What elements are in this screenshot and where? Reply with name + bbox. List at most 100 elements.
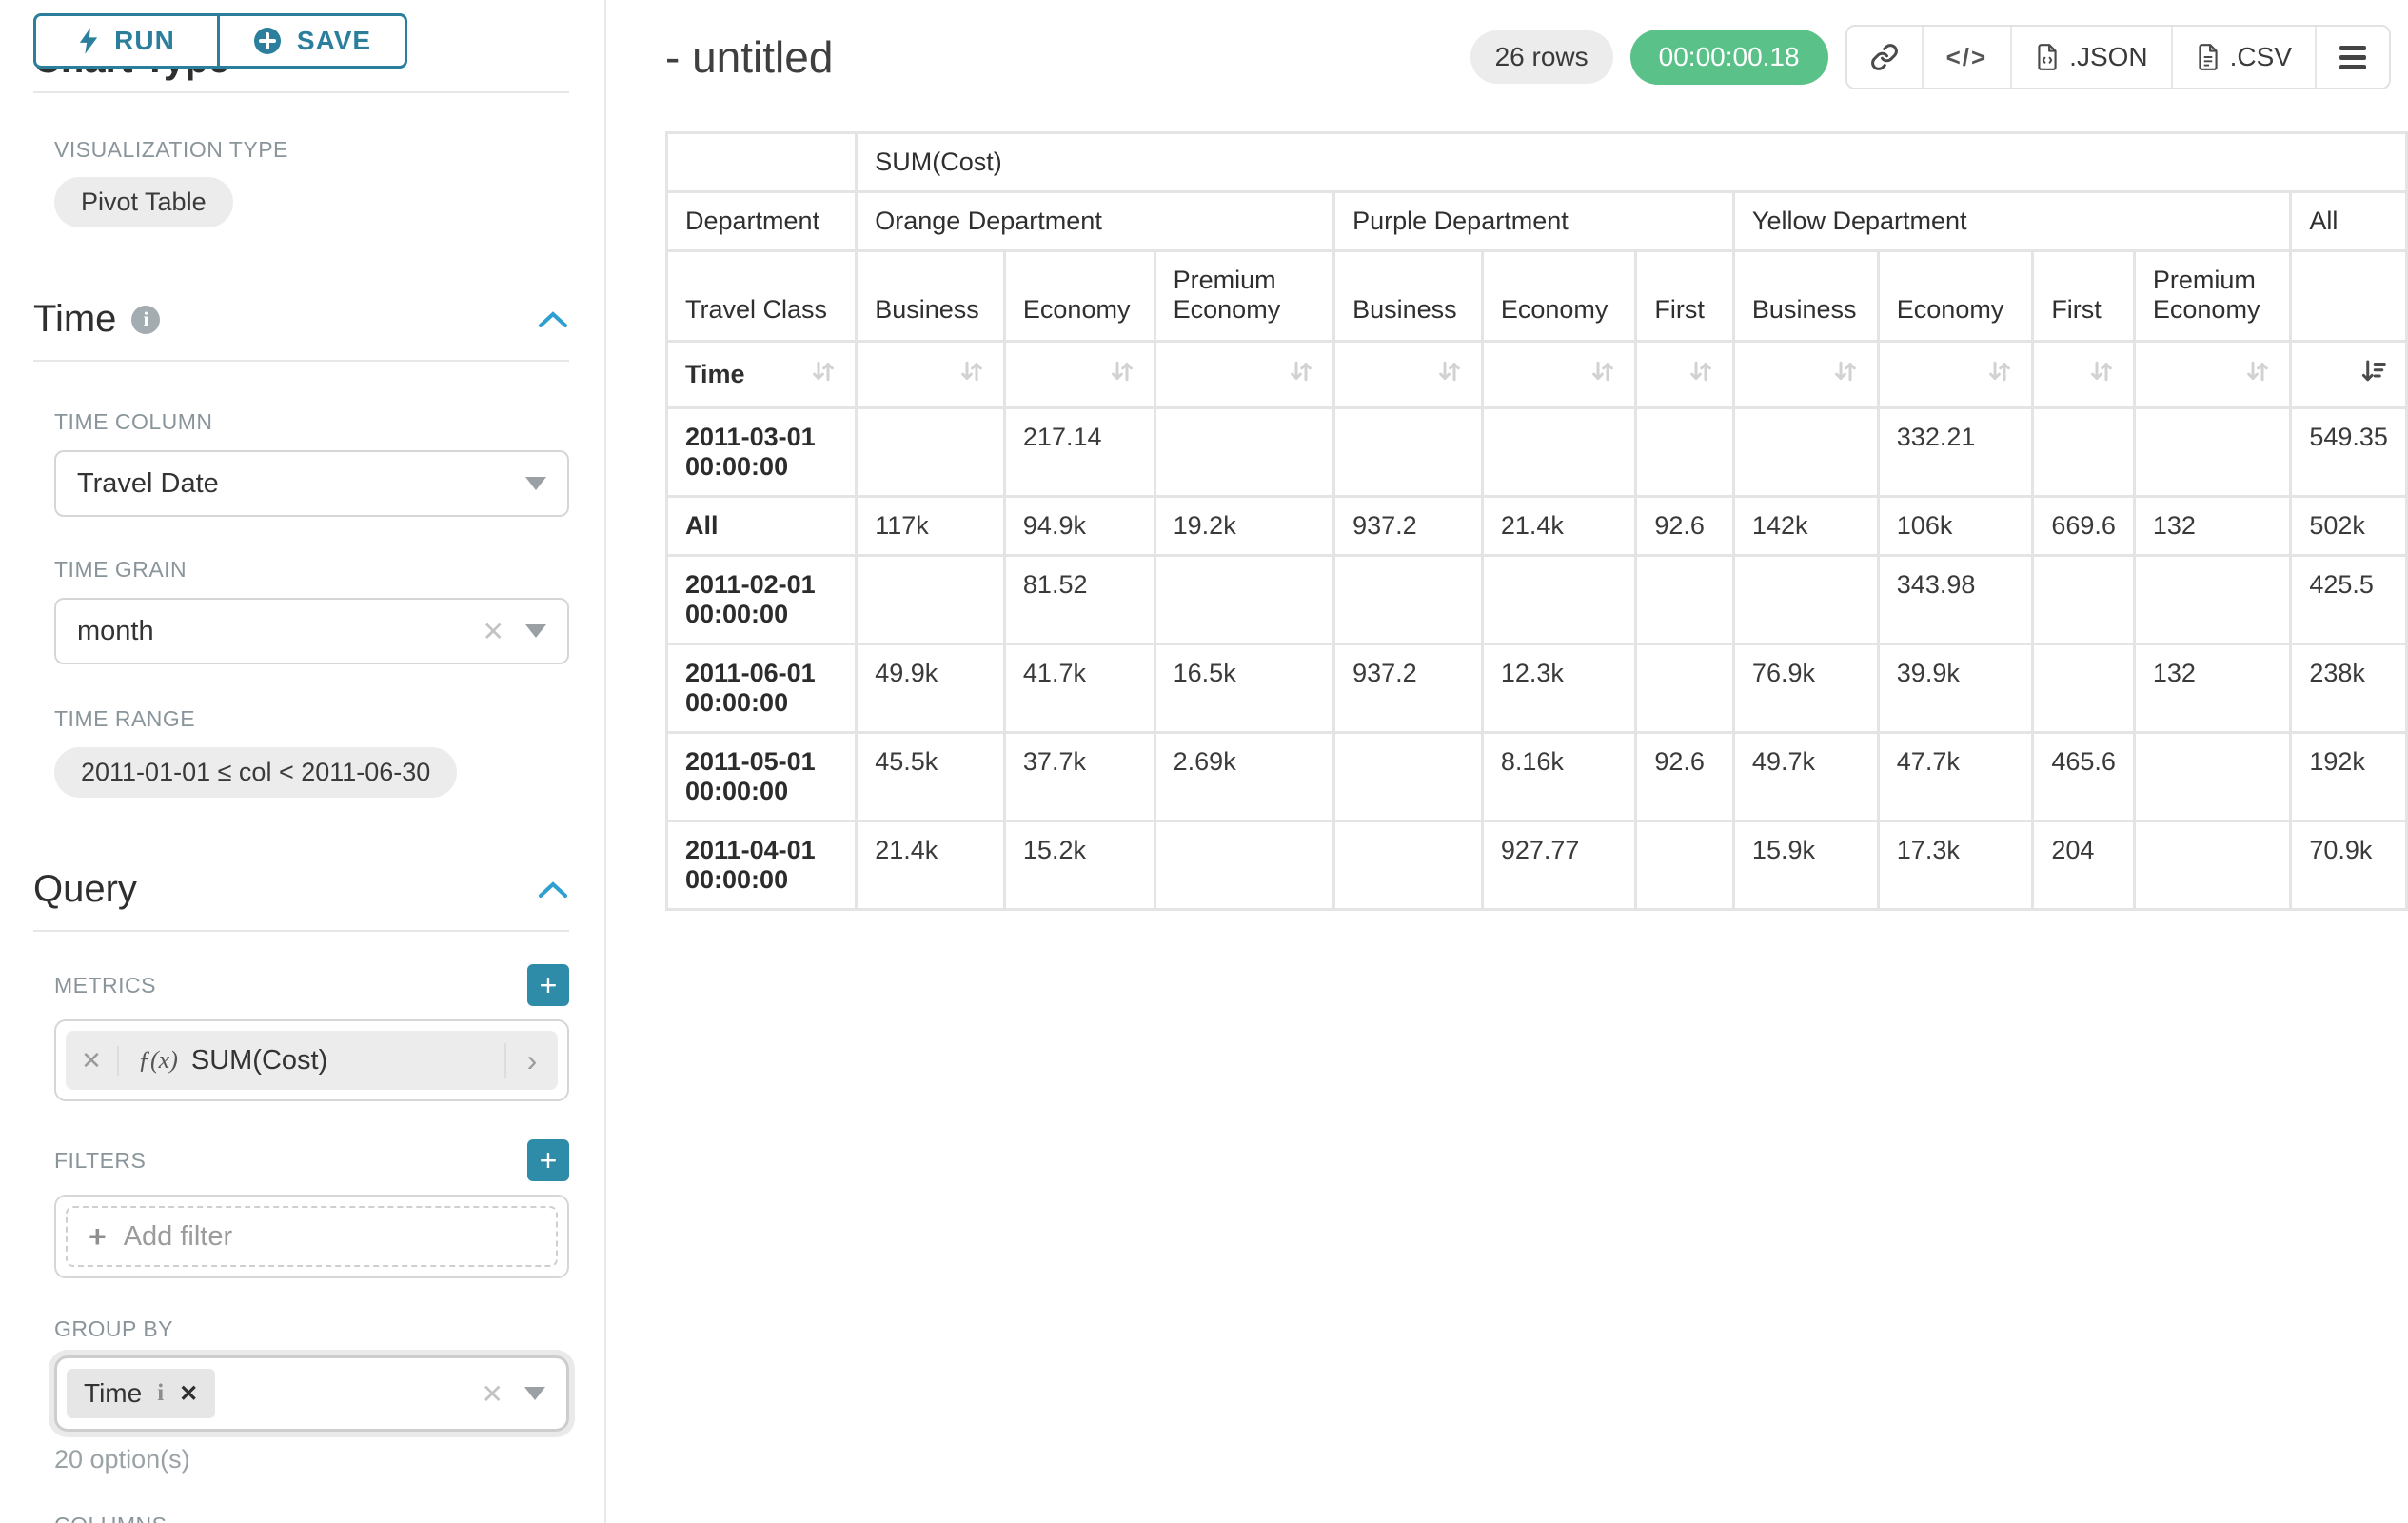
column-header: Business: [1334, 251, 1483, 342]
column-sort-cell[interactable]: [2134, 342, 2290, 408]
embed-code-button[interactable]: </>: [1922, 27, 2011, 88]
time-grain-select[interactable]: month ✕: [54, 598, 569, 664]
export-csv-label: .CSV: [2230, 42, 2292, 72]
value-cell: 16.5k: [1155, 644, 1333, 733]
caret-down-icon[interactable]: [525, 477, 546, 490]
run-button[interactable]: RUN: [33, 13, 220, 69]
sort-icon[interactable]: [957, 356, 986, 393]
value-cell: [1334, 733, 1483, 821]
column-header: First: [1636, 251, 1734, 342]
export-json-button[interactable]: .JSON: [2010, 27, 2170, 88]
column-sort-cell[interactable]: [1334, 342, 1483, 408]
group-by-label: GROUP BY: [54, 1316, 569, 1342]
control-panel-sidebar: Chart Type RUN: [0, 0, 606, 1523]
sort-icon[interactable]: [1985, 356, 2014, 393]
value-cell: 238k: [2291, 644, 2407, 733]
value-cell: [1733, 556, 1878, 644]
time-range-pill[interactable]: 2011-01-01 ≤ col < 2011-06-30: [54, 747, 457, 798]
value-cell: 332.21: [1878, 408, 2033, 497]
select-value: Travel Date: [77, 468, 525, 500]
viz-type-pill[interactable]: Pivot Table: [54, 177, 233, 227]
sort-icon[interactable]: [809, 356, 838, 393]
clear-icon[interactable]: ✕: [482, 1378, 503, 1410]
value-cell: [1155, 556, 1333, 644]
department-dimension-label: Department: [667, 192, 857, 251]
add-filter-plus-button[interactable]: +: [527, 1139, 569, 1181]
remove-metric-icon[interactable]: ✕: [66, 1046, 119, 1076]
section-divider: [33, 930, 569, 932]
menu-button[interactable]: [2315, 27, 2389, 88]
column-sort-cell[interactable]: [2291, 342, 2407, 408]
column-group-header: Purple Department: [1334, 192, 1734, 251]
column-sort-cell[interactable]: [1004, 342, 1155, 408]
value-cell: 937.2: [1334, 497, 1483, 556]
value-cell: [857, 556, 1005, 644]
plus-circle-icon: [253, 27, 282, 55]
sort-icon[interactable]: [1831, 356, 1860, 393]
sort-icon[interactable]: [2087, 356, 2116, 393]
column-header: Economy: [1482, 251, 1636, 342]
value-cell: [1334, 556, 1483, 644]
row-header: 2011-05-01 00:00:00: [667, 733, 857, 821]
value-cell: [1636, 408, 1734, 497]
row-header: All: [667, 497, 857, 556]
column-sort-cell[interactable]: [1636, 342, 1734, 408]
caret-down-icon[interactable]: [525, 624, 546, 638]
page-title[interactable]: - untitled: [665, 31, 833, 83]
tag-info-icon: i: [157, 1380, 164, 1407]
sort-icon[interactable]: [1108, 356, 1136, 393]
value-cell: 17.3k: [1878, 821, 2033, 910]
time-collapse-chevron-icon[interactable]: [537, 310, 569, 329]
time-column-select[interactable]: Travel Date: [54, 450, 569, 517]
value-cell: 425.5: [2291, 556, 2407, 644]
value-cell: 8.16k: [1482, 733, 1636, 821]
visualization-type-label: VISUALIZATION TYPE: [54, 137, 569, 163]
column-sort-cell[interactable]: [857, 342, 1005, 408]
query-section-title: Query: [33, 868, 137, 911]
value-cell: [2033, 644, 2135, 733]
time-sort-cell[interactable]: Time: [667, 342, 857, 408]
column-sort-cell[interactable]: [1155, 342, 1333, 408]
sort-icon[interactable]: [1687, 356, 1715, 393]
filters-box: + Add filter: [54, 1195, 569, 1278]
code-icon: </>: [1946, 43, 1988, 72]
lightning-icon: [78, 27, 99, 55]
sort-icon[interactable]: [1287, 356, 1315, 393]
export-csv-button[interactable]: .CSV: [2171, 27, 2315, 88]
section-divider: [33, 91, 569, 93]
export-toolbar: </> .JSON: [1845, 25, 2391, 89]
column-sort-cell[interactable]: [1733, 342, 1878, 408]
value-cell: 45.5k: [857, 733, 1005, 821]
column-sort-cell[interactable]: [2033, 342, 2135, 408]
table-row: 2011-06-01 00:00:0049.9k41.7k16.5k937.21…: [667, 644, 2407, 733]
value-cell: 81.52: [1004, 556, 1155, 644]
save-button[interactable]: SAVE: [217, 13, 407, 69]
caret-down-icon[interactable]: [524, 1387, 545, 1400]
value-cell: 106k: [1878, 497, 2033, 556]
group-by-select[interactable]: Timei✕ ✕: [54, 1355, 569, 1432]
value-cell: [1636, 821, 1734, 910]
clear-icon[interactable]: ✕: [483, 616, 504, 647]
link-icon: [1870, 43, 1899, 71]
expand-metric-icon[interactable]: ›: [504, 1043, 558, 1078]
value-cell: 502k: [2291, 497, 2407, 556]
metric-chip[interactable]: ✕ ƒ(x) SUM(Cost) ›: [66, 1031, 558, 1090]
tag-remove-icon[interactable]: ✕: [179, 1380, 198, 1408]
select-value: month: [77, 616, 483, 647]
share-link-button[interactable]: [1847, 27, 1922, 88]
sort-icon[interactable]: [1589, 356, 1617, 393]
sort-icon[interactable]: [1435, 356, 1464, 393]
column-sort-cell[interactable]: [1482, 342, 1636, 408]
value-cell: 41.7k: [1004, 644, 1155, 733]
query-collapse-chevron-icon[interactable]: [537, 880, 569, 900]
add-filter-button[interactable]: + Add filter: [66, 1206, 558, 1267]
value-cell: [2134, 821, 2290, 910]
column-sort-cell[interactable]: [1878, 342, 2033, 408]
sort-desc-icon[interactable]: [2359, 356, 2388, 393]
add-metric-button[interactable]: +: [527, 964, 569, 1006]
value-cell: 47.7k: [1878, 733, 2033, 821]
sort-icon[interactable]: [2243, 356, 2272, 393]
file-csv-icon: [2196, 43, 2220, 71]
filters-label: FILTERS: [54, 1148, 146, 1174]
column-header: Premium Economy: [1155, 251, 1333, 342]
